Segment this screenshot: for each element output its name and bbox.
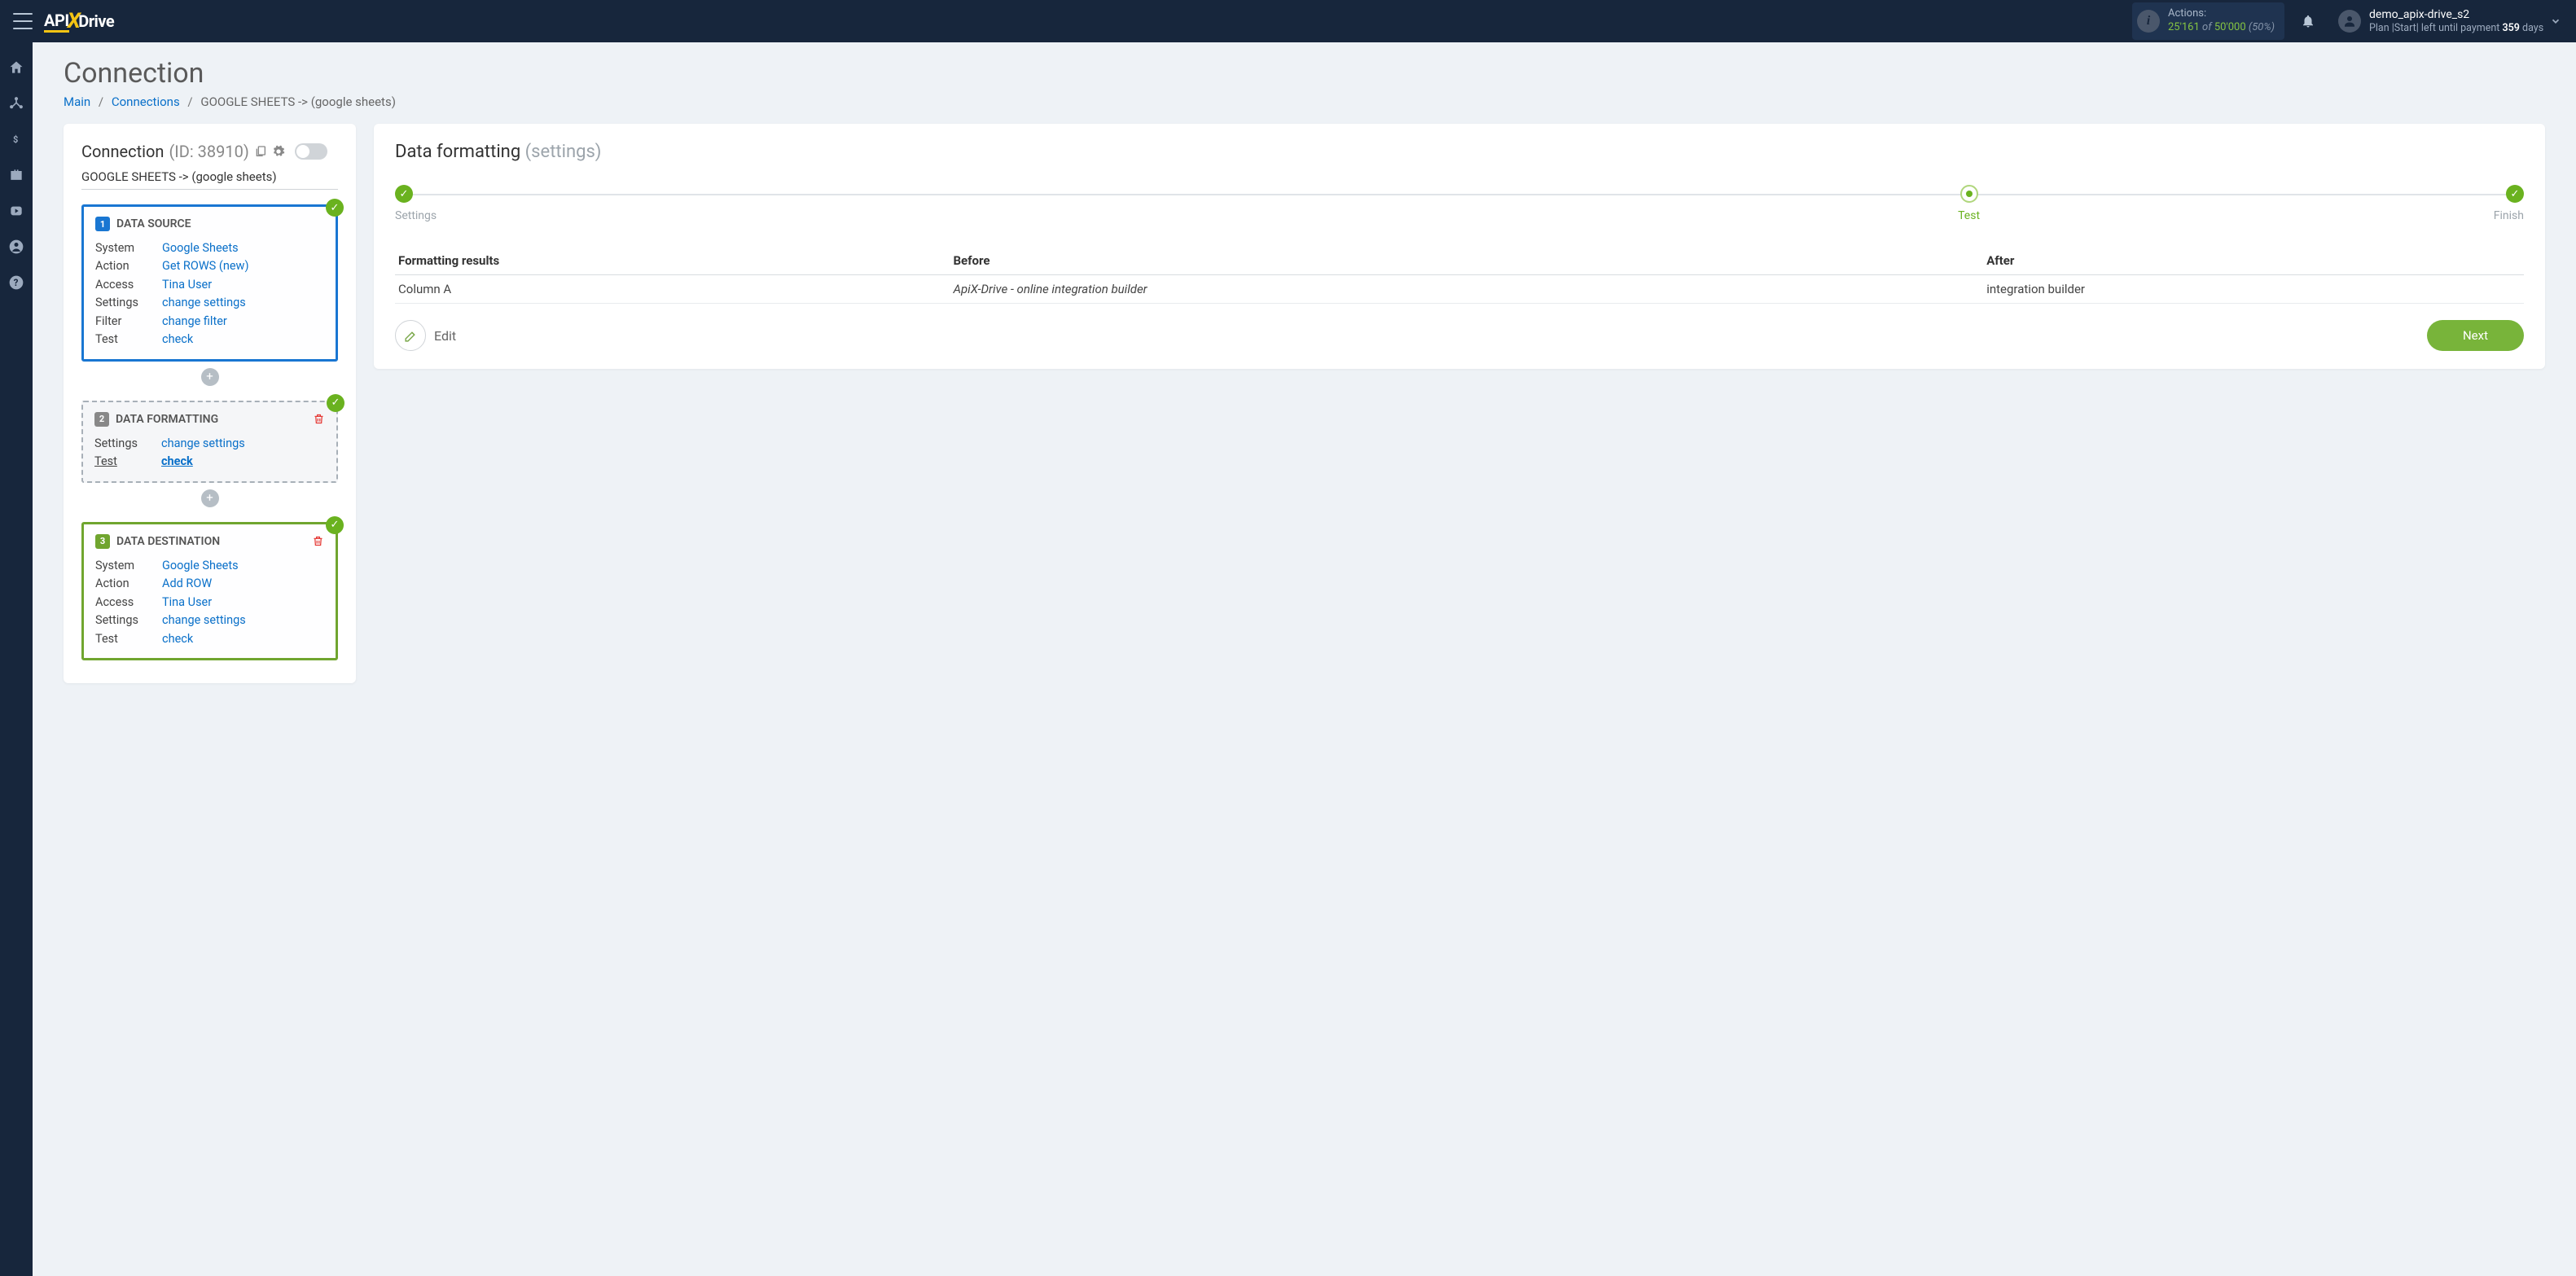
delete-step-button[interactable] — [312, 535, 324, 547]
table-row: Column A ApiX-Drive - online integration… — [395, 275, 2524, 304]
connection-title: Connection — [81, 142, 164, 161]
panel-title: Data formatting — [395, 142, 520, 162]
step-settings-dot[interactable]: ✓ — [395, 185, 413, 203]
formatting-settings-link[interactable]: change settings — [161, 435, 245, 453]
col-before: Before — [950, 247, 1983, 275]
breadcrumb: Main / Connections / GOOGLE SHEETS -> (g… — [64, 94, 2545, 109]
progress-stepper: ✓ Settings Test ✓ Finish — [395, 185, 2524, 222]
page-title: Connection — [64, 57, 2545, 90]
connections-icon[interactable] — [7, 94, 25, 112]
connection-toggle[interactable] — [295, 143, 327, 160]
menu-toggle-button[interactable] — [13, 13, 33, 29]
actions-label: Actions: — [2168, 7, 2275, 21]
col-after: After — [1983, 247, 2524, 275]
step-data-destination[interactable]: ✓ 3DATA DESTINATION SystemGoogle Sheets … — [81, 522, 338, 660]
dest-settings-link[interactable]: change settings — [162, 612, 246, 629]
pencil-icon — [395, 320, 426, 351]
step-finish-dot[interactable]: ✓ — [2506, 185, 2524, 203]
svg-text:?: ? — [14, 277, 19, 288]
source-settings-link[interactable]: change settings — [162, 294, 246, 312]
user-icon — [2338, 10, 2361, 33]
dest-action-link[interactable]: Add ROW — [162, 575, 212, 593]
source-access-link[interactable]: Tina User — [162, 276, 212, 294]
user-menu[interactable]: demo_apix-drive_s2 Plan |Start| left unt… — [2338, 7, 2550, 35]
chevron-down-icon[interactable] — [2550, 15, 2561, 27]
profile-icon[interactable] — [7, 238, 25, 256]
edit-button[interactable]: Edit — [395, 320, 456, 351]
svg-text:$: $ — [13, 134, 18, 145]
breadcrumb-main[interactable]: Main — [64, 94, 90, 109]
youtube-icon[interactable] — [7, 202, 25, 220]
check-icon: ✓ — [326, 516, 344, 534]
breadcrumb-current: GOOGLE SHEETS -> (google sheets) — [200, 94, 396, 109]
notifications-button[interactable] — [2301, 14, 2332, 29]
topbar: APIXDrive i Actions: 25'161 of 50'000 (5… — [0, 0, 2576, 42]
source-filter-link[interactable]: change filter — [162, 313, 227, 331]
step-test-dot[interactable] — [1960, 185, 1978, 203]
actions-used: 25'161 — [2168, 21, 2200, 33]
col-formatting-results: Formatting results — [395, 247, 950, 275]
results-table: Formatting results Before After Column A… — [395, 247, 2524, 304]
gear-icon[interactable] — [272, 145, 285, 158]
copy-icon[interactable] — [254, 145, 267, 158]
step-data-source[interactable]: ✓ 1DATA SOURCE SystemGoogle Sheets Actio… — [81, 204, 338, 362]
actions-total: 50'000 — [2214, 21, 2246, 33]
source-test-link[interactable]: check — [162, 331, 193, 349]
dest-system-link[interactable]: Google Sheets — [162, 557, 239, 575]
actions-percent: (50%) — [2249, 21, 2275, 33]
formatting-test-link[interactable]: check — [161, 453, 193, 471]
help-icon[interactable]: ? — [7, 274, 25, 292]
main-panel: Data formatting (settings) ✓ Settings Te… — [374, 124, 2545, 369]
dest-test-link[interactable]: check — [162, 630, 193, 648]
user-name: demo_apix-drive_s2 — [2369, 7, 2543, 22]
actions-counter[interactable]: i Actions: 25'161 of 50'000 (50%) — [2132, 2, 2284, 40]
breadcrumb-connections[interactable]: Connections — [112, 94, 180, 109]
panel-subtitle: (settings) — [525, 142, 602, 162]
check-icon: ✓ — [326, 199, 344, 217]
source-system-link[interactable]: Google Sheets — [162, 239, 239, 257]
next-button[interactable]: Next — [2427, 320, 2524, 351]
briefcase-icon[interactable] — [7, 166, 25, 184]
connection-id: (ID: 38910) — [169, 142, 248, 161]
logo[interactable]: APIXDrive — [44, 9, 114, 33]
add-step-button[interactable]: + — [201, 489, 219, 507]
connection-subtitle: GOOGLE SHEETS -> (google sheets) — [81, 169, 338, 190]
step-data-formatting[interactable]: ✓ 2DATA FORMATTING Settingschange settin… — [81, 401, 338, 483]
add-step-button[interactable]: + — [201, 368, 219, 386]
dest-access-link[interactable]: Tina User — [162, 594, 212, 612]
billing-icon[interactable]: $ — [7, 130, 25, 148]
source-action-link[interactable]: Get ROWS (new) — [162, 257, 249, 275]
info-icon: i — [2137, 10, 2160, 33]
home-icon[interactable] — [7, 59, 25, 77]
check-icon: ✓ — [327, 394, 344, 412]
connection-panel: Connection (ID: 38910) GOOGLE SHEETS -> … — [64, 124, 356, 683]
sidebar: $ ? — [0, 42, 33, 1276]
delete-step-button[interactable] — [313, 413, 325, 425]
